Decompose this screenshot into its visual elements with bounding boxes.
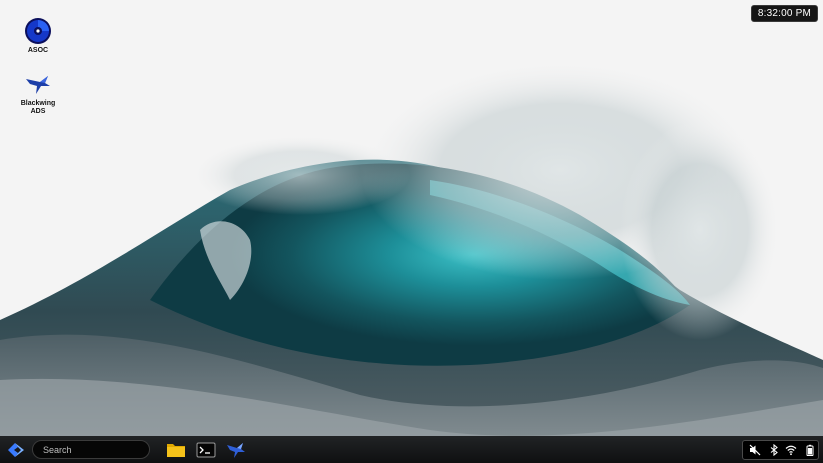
- volume-muted-icon[interactable]: [749, 444, 761, 456]
- wave-wallpaper: [0, 0, 823, 463]
- desktop-icon-label: ASOC: [27, 47, 49, 54]
- folder-icon[interactable]: [165, 440, 187, 460]
- system-tray: [742, 440, 819, 460]
- desktop-icon-label: Blackwing ADS: [20, 100, 56, 115]
- bluetooth-icon[interactable]: [768, 444, 780, 456]
- desktop-screen: 8:32:00 PM ASOC Blackwing ADS: [0, 0, 823, 463]
- terminal-icon[interactable]: [195, 440, 217, 460]
- clock[interactable]: 8:32:00 PM: [750, 5, 818, 22]
- search-input[interactable]: [32, 440, 150, 459]
- desktop-icon-blackwing-ads[interactable]: Blackwing ADS: [13, 70, 63, 116]
- desktop-icon-asoc[interactable]: ASOC: [13, 17, 63, 55]
- blackwing-bird-icon: [26, 76, 50, 94]
- wifi-icon[interactable]: [785, 444, 797, 456]
- disc-icon: [25, 18, 51, 44]
- taskbar: [0, 436, 823, 463]
- battery-icon[interactable]: [804, 444, 816, 456]
- blackwing-bird-icon[interactable]: [225, 440, 247, 460]
- start-logo-icon[interactable]: [6, 441, 26, 459]
